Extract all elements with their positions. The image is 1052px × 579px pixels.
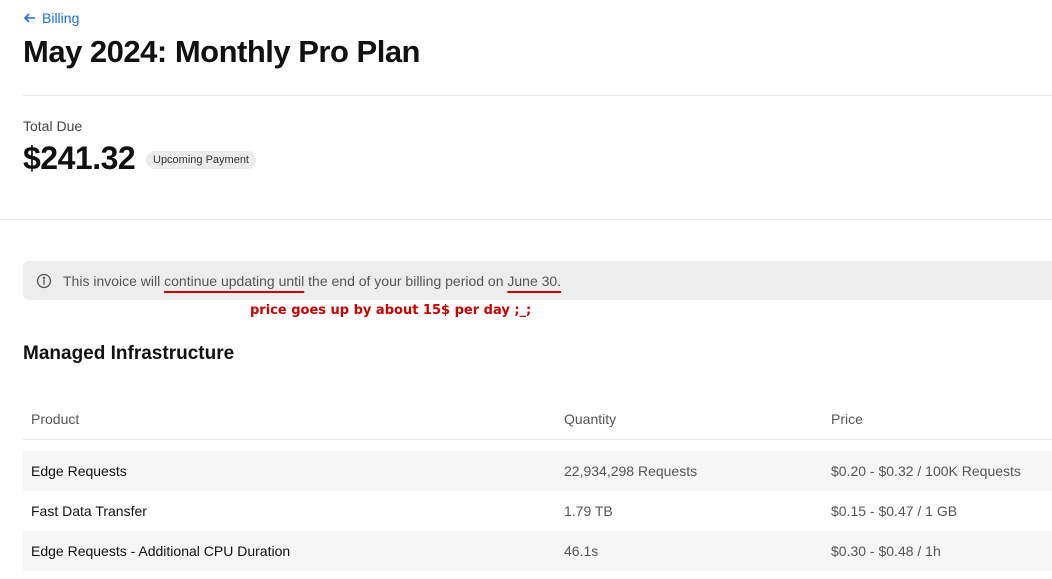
cell-product: Edge Requests xyxy=(31,463,127,479)
column-header-price: Price xyxy=(831,411,863,427)
divider xyxy=(0,219,1052,220)
invoice-notice: This invoice will continue updating unti… xyxy=(23,261,1052,300)
notice-text: This invoice will continue updating unti… xyxy=(63,273,561,289)
cell-quantity: 46.1s xyxy=(564,543,599,559)
table-header: Product Quantity Price xyxy=(23,399,1052,440)
cell-product: Fast Data Transfer xyxy=(31,503,147,519)
info-icon xyxy=(36,273,52,288)
notice-prefix: This invoice will xyxy=(63,272,165,289)
cell-quantity: 1.79 TB xyxy=(564,503,613,519)
cell-price: $0.30 - $0.48 / 1h xyxy=(831,543,941,559)
notice-highlight-date: June 30. xyxy=(507,272,562,289)
usage-table: Product Quantity Price Edge Requests 22,… xyxy=(23,399,1052,571)
notice-middle: the end of your billing period on xyxy=(304,272,508,289)
cell-product: Edge Requests - Additional CPU Duration xyxy=(31,543,291,559)
table-row: Edge Requests - Additional CPU Duration … xyxy=(23,531,1052,571)
table-row: Edge Requests 22,934,298 Requests $0.20 … xyxy=(23,451,1052,491)
cell-price: $0.20 - $0.32 / 100K Requests xyxy=(831,463,1021,479)
total-due-amount: $241.32 xyxy=(23,140,136,176)
status-badge: Upcoming Payment xyxy=(146,151,256,169)
page-title: May 2024: Monthly Pro Plan xyxy=(23,34,421,69)
back-to-billing-link[interactable]: Billing xyxy=(23,10,79,26)
back-link-label: Billing xyxy=(42,10,80,26)
column-header-quantity: Quantity xyxy=(564,411,617,427)
column-header-product: Product xyxy=(31,411,80,427)
handwritten-annotation: price goes up by about 15$ per day ;_; xyxy=(250,303,532,318)
arrow-left-icon xyxy=(23,13,35,23)
section-title: Managed Infrastructure xyxy=(23,343,235,364)
total-due-label: Total Due xyxy=(23,118,83,134)
divider xyxy=(23,95,1052,96)
cell-quantity: 22,934,298 Requests xyxy=(564,463,698,479)
notice-highlight-updating: continue updating until xyxy=(164,272,305,289)
table-row: Fast Data Transfer 1.79 TB $0.15 - $0.47… xyxy=(23,491,1052,531)
cell-price: $0.15 - $0.47 / 1 GB xyxy=(831,503,958,519)
